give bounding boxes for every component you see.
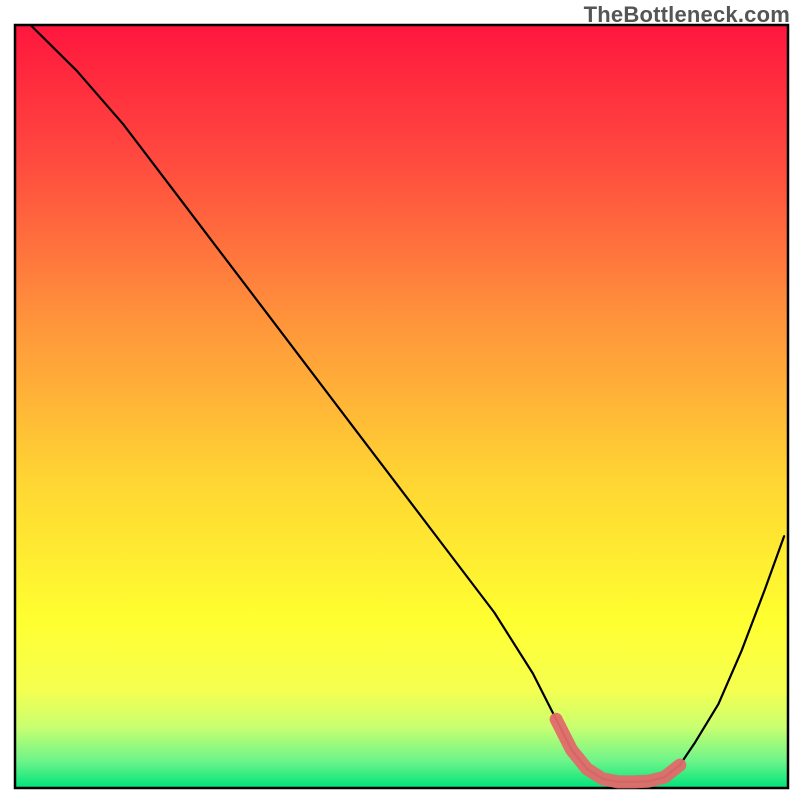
watermark-label: TheBottleneck.com bbox=[584, 2, 790, 28]
gradient-background bbox=[15, 25, 788, 788]
bottleneck-chart bbox=[0, 0, 800, 800]
chart-container: TheBottleneck.com bbox=[0, 0, 800, 800]
